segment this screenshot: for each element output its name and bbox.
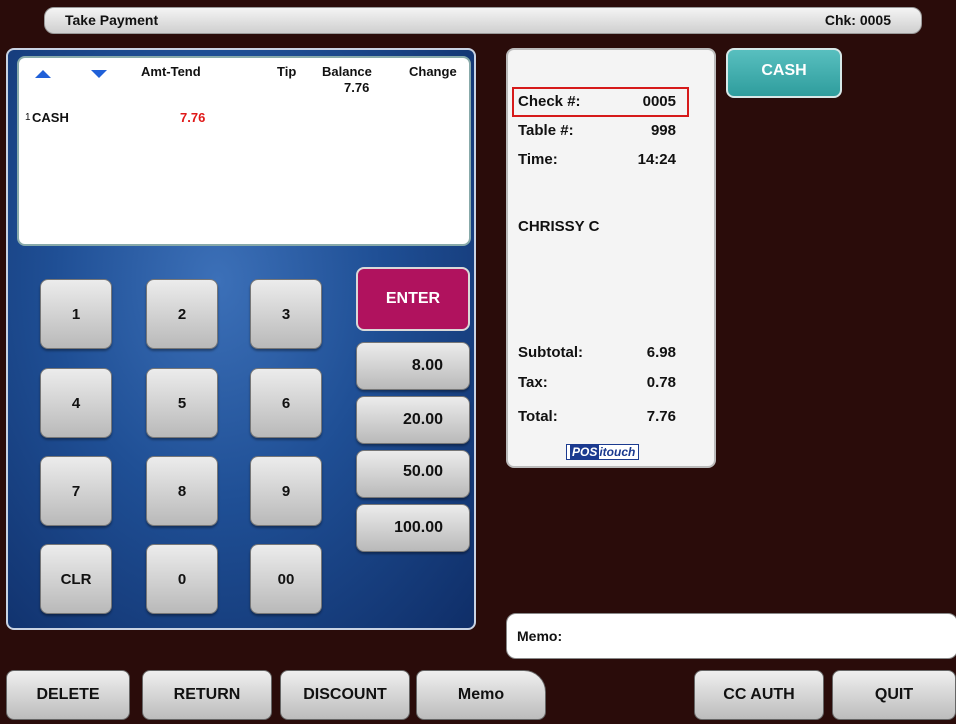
quick-amount-20[interactable]: 20.00 xyxy=(356,396,470,444)
receipt-tax-row: Tax: 0.78 xyxy=(518,374,676,391)
key-0[interactable]: 0 xyxy=(146,544,218,614)
receipt-subtotal-value: 6.98 xyxy=(646,344,676,361)
tender-list: Amt-Tend Tip Balance Change 7.76 1 CASH … xyxy=(17,56,471,246)
window-title: Take Payment xyxy=(65,12,159,28)
receipt-subtotal-label: Subtotal: xyxy=(518,344,583,361)
key-00[interactable]: 00 xyxy=(250,544,322,614)
key-6[interactable]: 6 xyxy=(250,368,322,438)
receipt-server: CHRISSY C xyxy=(518,218,600,235)
receipt-time-label: Time: xyxy=(518,151,558,168)
tender-row[interactable]: 1 CASH 7.76 xyxy=(25,110,465,128)
receipt-tax-value: 0.78 xyxy=(646,374,676,391)
tender-row-index: 1 xyxy=(25,112,31,123)
balance-value: 7.76 xyxy=(344,80,370,95)
receipt-check-row: Check #: 0005 xyxy=(518,93,676,110)
receipt-time-value: 14:24 xyxy=(637,151,676,168)
payment-panel: Amt-Tend Tip Balance Change 7.76 1 CASH … xyxy=(6,48,476,630)
key-3[interactable]: 3 xyxy=(250,279,322,349)
scroll-down-arrow-icon[interactable] xyxy=(91,70,107,78)
discount-button[interactable]: DISCOUNT xyxy=(280,670,410,720)
receipt-time-row: Time: 14:24 xyxy=(518,151,676,168)
col-balance: Balance xyxy=(322,64,372,79)
col-tip: Tip xyxy=(277,64,297,79)
receipt-check-label: Check #: xyxy=(518,93,581,110)
receipt-table-label: Table #: xyxy=(518,122,574,139)
quit-button[interactable]: QUIT xyxy=(832,670,956,720)
logo-pos-text: POS xyxy=(570,445,600,459)
key-2[interactable]: 2 xyxy=(146,279,218,349)
receipt-table-value: 998 xyxy=(650,122,676,139)
memo-label: Memo: xyxy=(517,628,563,644)
key-7[interactable]: 7 xyxy=(40,456,112,526)
receipt-subtotal-row: Subtotal: 6.98 xyxy=(518,344,676,361)
quick-amount-50[interactable]: 50.00 xyxy=(356,450,470,498)
memo-field[interactable]: Memo: xyxy=(506,613,956,659)
scroll-up-arrow-icon[interactable] xyxy=(35,70,51,78)
title-bar: Take Payment Chk: 0005 xyxy=(44,7,922,34)
quick-amount-100[interactable]: 100.00 xyxy=(356,504,470,552)
memo-button[interactable]: Memo xyxy=(416,670,546,720)
receipt-tax-label: Tax: xyxy=(518,374,548,391)
cc-auth-button[interactable]: CC AUTH xyxy=(694,670,824,720)
col-amt-tend: Amt-Tend xyxy=(141,64,201,79)
receipt-total-value: 7.76 xyxy=(646,408,676,425)
tender-row-type: CASH xyxy=(32,110,69,125)
key-clear[interactable]: CLR xyxy=(40,544,112,614)
key-5[interactable]: 5 xyxy=(146,368,218,438)
positouch-logo: POS itouch xyxy=(566,444,640,460)
quick-amount-8[interactable]: 8.00 xyxy=(356,342,470,390)
receipt-check-value: 0005 xyxy=(642,93,676,110)
check-receipt: Check #: 0005 Table #: 998 Time: 14:24 C… xyxy=(506,48,716,468)
cash-button[interactable]: CASH xyxy=(726,48,842,98)
key-1[interactable]: 1 xyxy=(40,279,112,349)
key-8[interactable]: 8 xyxy=(146,456,218,526)
key-9[interactable]: 9 xyxy=(250,456,322,526)
receipt-total-label: Total: xyxy=(518,408,558,425)
key-4[interactable]: 4 xyxy=(40,368,112,438)
delete-button[interactable]: DELETE xyxy=(6,670,130,720)
tender-row-amount: 7.76 xyxy=(180,110,206,125)
receipt-server-row: CHRISSY C xyxy=(518,218,676,235)
enter-button[interactable]: ENTER xyxy=(356,267,470,331)
receipt-table-row: Table #: 998 xyxy=(518,122,676,139)
logo-itouch-text: itouch xyxy=(599,445,636,459)
check-number-label: Chk: 0005 xyxy=(824,12,891,28)
return-button[interactable]: RETURN xyxy=(142,670,272,720)
col-change: Change xyxy=(409,64,457,79)
receipt-total-row: Total: 7.76 xyxy=(518,408,676,425)
